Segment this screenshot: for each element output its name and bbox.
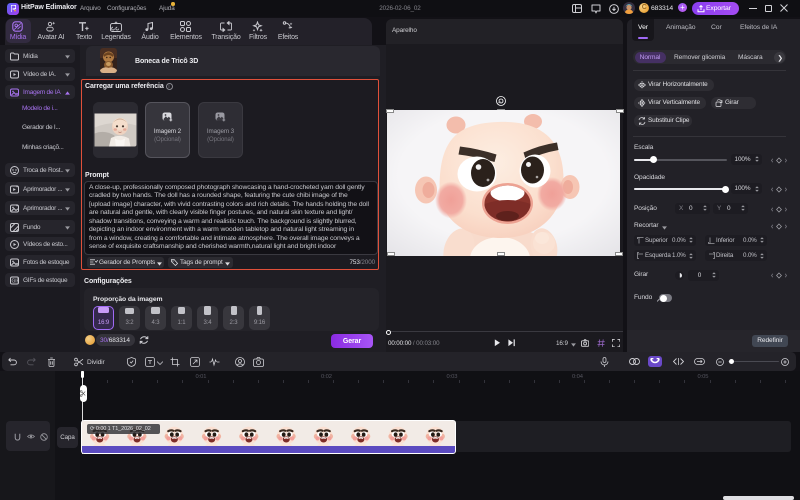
svg-text:GIF: GIF bbox=[12, 278, 20, 284]
